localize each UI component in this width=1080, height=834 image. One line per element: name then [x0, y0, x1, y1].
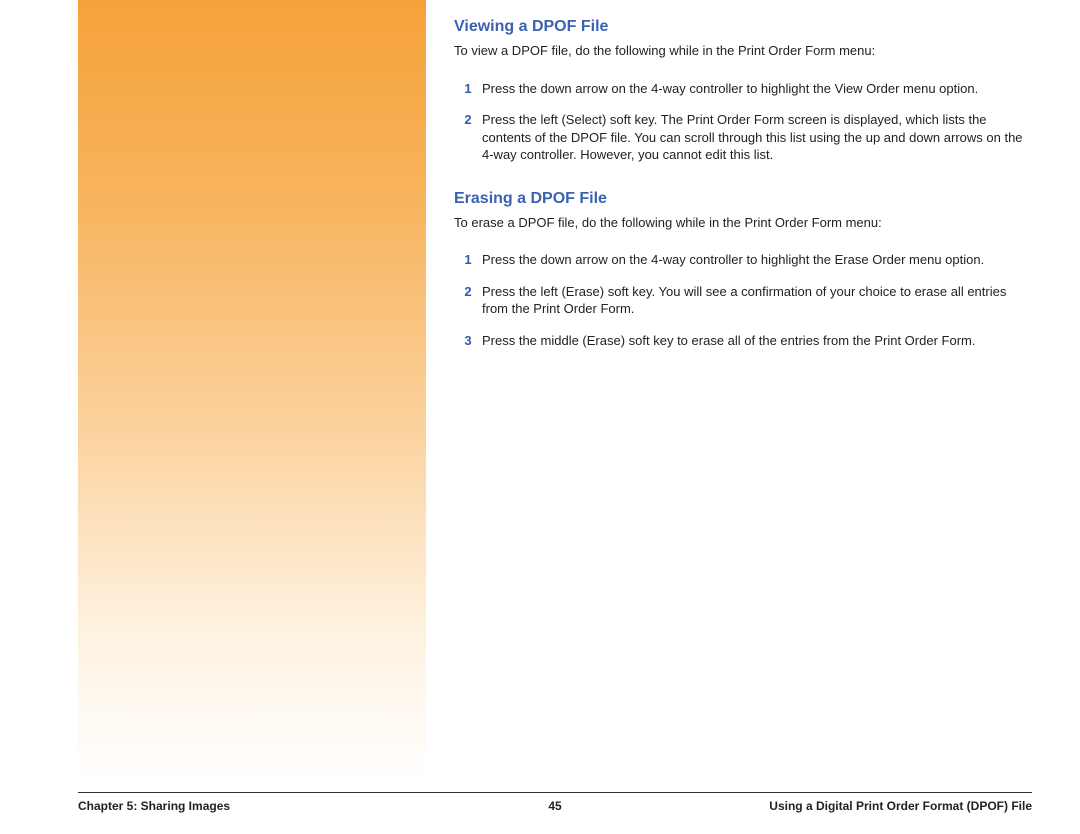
step-text: Press the down arrow on the 4-way contro…: [482, 251, 1024, 269]
step-text: Press the left (Erase) soft key. You wil…: [482, 283, 1024, 318]
step: 2 Press the left (Erase) soft key. You w…: [454, 283, 1024, 318]
footer-right: Using a Digital Print Order Format (DPOF…: [769, 799, 1032, 813]
step: 1 Press the down arrow on the 4-way cont…: [454, 80, 1024, 98]
step-number: 1: [454, 251, 482, 269]
heading-viewing: Viewing a DPOF File: [454, 18, 1024, 36]
step-number: 1: [454, 80, 482, 98]
intro-viewing: To view a DPOF file, do the following wh…: [454, 42, 1024, 60]
step: 2 Press the left (Select) soft key. The …: [454, 111, 1024, 164]
step-text: Press the left (Select) soft key. The Pr…: [482, 111, 1024, 164]
main-content: Viewing a DPOF File To view a DPOF file,…: [454, 18, 1024, 363]
footer-left: Chapter 5: Sharing Images: [78, 799, 230, 813]
step: 3 Press the middle (Erase) soft key to e…: [454, 332, 1024, 350]
step-number: 2: [454, 111, 482, 164]
step: 1 Press the down arrow on the 4-way cont…: [454, 251, 1024, 269]
step-number: 3: [454, 332, 482, 350]
step-text: Press the middle (Erase) soft key to era…: [482, 332, 1024, 350]
heading-erasing: Erasing a DPOF File: [454, 190, 1024, 208]
page-footer: Chapter 5: Sharing Images 45 Using a Dig…: [78, 792, 1032, 813]
step-number: 2: [454, 283, 482, 318]
intro-erasing: To erase a DPOF file, do the following w…: [454, 214, 1024, 232]
step-text: Press the down arrow on the 4-way contro…: [482, 80, 1024, 98]
sidebar-gradient: [78, 0, 426, 780]
